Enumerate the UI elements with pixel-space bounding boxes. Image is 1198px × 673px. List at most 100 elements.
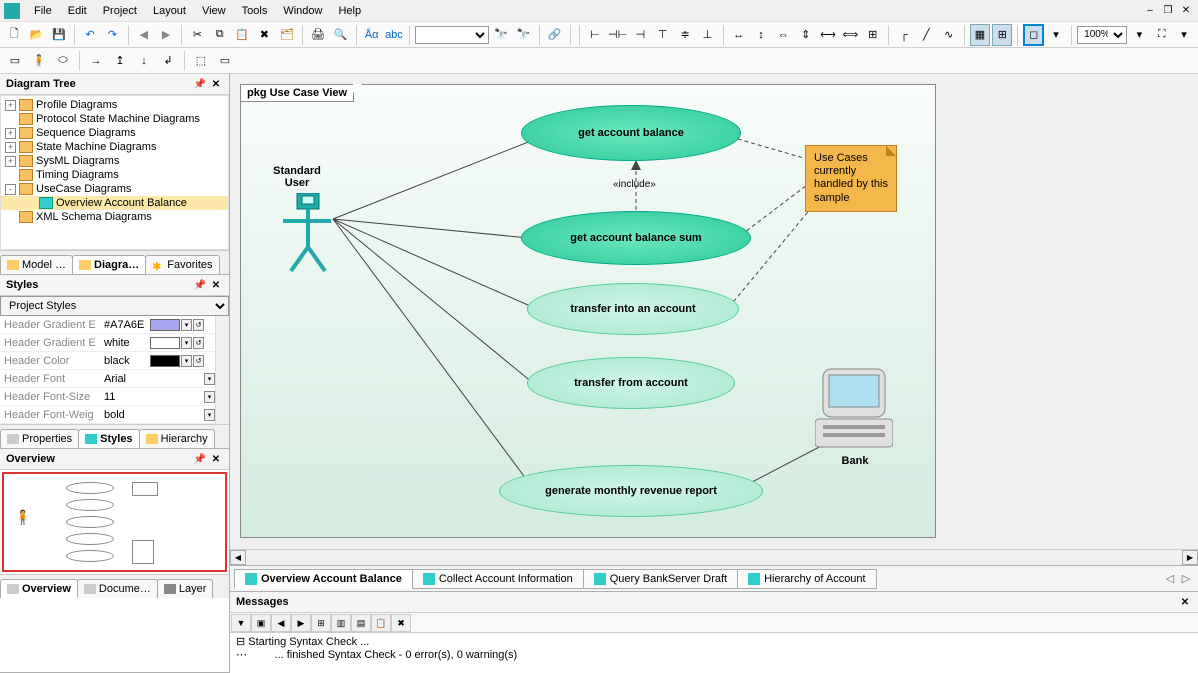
forward-icon[interactable]: ▶ [156,24,176,46]
close-icon[interactable]: ✕ [209,77,223,91]
oval-tool-icon[interactable]: ⬭ [52,50,74,72]
scrollbar[interactable] [215,316,229,424]
package-tool-icon[interactable]: ⬚ [190,50,212,72]
align-bottom-icon[interactable]: ⊥ [697,24,717,46]
minimize-button[interactable]: – [1142,4,1158,18]
msg-btn3[interactable]: ◀ [271,614,291,632]
msg-btn6[interactable]: ▥ [331,614,351,632]
view-mode-icon[interactable]: ◻ [1023,24,1044,46]
zoom-combo[interactable]: 100% [1077,26,1127,44]
paste-icon[interactable]: 📋 [232,24,252,46]
tree-item[interactable]: Timing Diagrams [1,168,228,182]
binoculars2-icon[interactable]: 🔭 [513,24,533,46]
redo-icon[interactable]: ↷ [102,24,122,46]
fit-icon[interactable]: ⛶ [1152,24,1172,46]
overview-canvas[interactable]: 🧍 [2,472,227,572]
combo-1[interactable] [415,26,489,44]
tree-item[interactable]: Overview Account Balance [1,196,228,210]
menu-view[interactable]: View [194,3,234,19]
tab-favorites[interactable]: ✱Favorites [145,255,219,274]
style-row[interactable]: Header Colorblack▾↺ [0,352,215,370]
style-row[interactable]: Header Gradient E#A7A6E▾↺ [0,316,215,334]
styles-scope-combo[interactable]: Project Styles [0,296,229,316]
fit-dd-icon[interactable]: ▾ [1174,24,1194,46]
pin-icon[interactable]: 📌 [193,77,207,91]
dist-v-icon[interactable]: ↕ [751,24,771,46]
msg-btn2[interactable]: ▣ [251,614,271,632]
close-icon[interactable]: ✕ [209,278,223,292]
line-style3-icon[interactable]: ∿ [939,24,959,46]
find-replace-b-icon[interactable]: abc [384,24,404,46]
tab-hierarchy[interactable]: Hierarchy [139,429,215,448]
usecase-monthly-report[interactable]: generate monthly revenue report [499,465,763,517]
style-row[interactable]: Header Font-Size11▾ [0,388,215,406]
links-icon[interactable]: 🔗 [545,24,565,46]
align-left-icon[interactable]: ⊢ [585,24,605,46]
msg-btn7[interactable]: ▤ [351,614,371,632]
cut-icon[interactable]: ✂ [187,24,207,46]
tab-diagram[interactable]: Diagra… [72,255,146,274]
tab-overview[interactable]: Overview [0,579,78,598]
realize-tool-icon[interactable]: ↲ [157,50,179,72]
note-usecases[interactable]: Use Cases currently handled by this samp… [805,145,897,212]
close-button[interactable]: ✕ [1178,4,1194,18]
actor-bank-icon[interactable] [815,363,893,451]
msg-btn4[interactable]: ▶ [291,614,311,632]
line-style1-icon[interactable]: ┌ [894,24,914,46]
usecase-transfer-from[interactable]: transfer from account [527,357,735,409]
doc-tab-overview-balance[interactable]: Overview Account Balance [234,569,413,589]
grid-show-icon[interactable]: ⊞ [992,24,1012,46]
zoom-dd-icon[interactable]: ▾ [1129,24,1149,46]
grid-snap-icon[interactable]: ▦ [970,24,990,46]
actor-tool-icon[interactable]: 🧍 [28,50,50,72]
space-h-icon[interactable]: ⇔ [773,24,793,46]
actor-standard-user-icon[interactable] [283,193,331,273]
align-middle-icon[interactable]: ≑ [675,24,695,46]
size-h-icon[interactable]: ⟷ [818,24,838,46]
msg-btn5[interactable]: ⊞ [311,614,331,632]
tab-model[interactable]: Model … [0,255,73,274]
close-icon[interactable]: ✕ [209,452,223,466]
tab-layer[interactable]: Layer [157,579,214,598]
menu-layout[interactable]: Layout [145,3,194,19]
undo-icon[interactable]: ↶ [80,24,100,46]
back-icon[interactable]: ◀ [134,24,154,46]
align-top-icon[interactable]: ⊤ [653,24,673,46]
save-icon[interactable]: 💾 [49,24,69,46]
note-tool-icon[interactable]: ▭ [4,50,26,72]
assoc-tool-icon[interactable]: → [85,50,107,72]
style-row[interactable]: Header Gradient Ewhite▾↺ [0,334,215,352]
menu-file[interactable]: File [26,3,60,19]
space-v-icon[interactable]: ⇕ [796,24,816,46]
view-mode-dd-icon[interactable]: ▾ [1046,24,1066,46]
tree-item[interactable]: +SysML Diagrams [1,154,228,168]
open-icon[interactable]: 📂 [26,24,46,46]
tree-item[interactable]: Protocol State Machine Diagrams [1,112,228,126]
close-icon[interactable]: ✕ [1178,595,1192,609]
menu-help[interactable]: Help [330,3,369,19]
diagram-tree[interactable]: +Profile DiagramsProtocol State Machine … [0,95,229,250]
size-eq-icon[interactable]: ⊞ [863,24,883,46]
menu-edit[interactable]: Edit [60,3,95,19]
tab-documentation[interactable]: Docume… [77,579,158,598]
usecase-get-balance-sum[interactable]: get account balance sum [521,211,751,265]
tree-item[interactable]: +Profile Diagrams [1,98,228,112]
find-replace-a-icon[interactable]: Åα [361,24,381,46]
delete-icon[interactable]: ✖ [254,24,274,46]
stack-icon[interactable]: 🗂 [277,24,297,46]
pin-icon[interactable]: 📌 [193,278,207,292]
line-style2-icon[interactable]: ╱ [916,24,936,46]
restore-button[interactable]: ❐ [1160,4,1176,18]
pin-icon[interactable]: 📌 [193,452,207,466]
menu-tools[interactable]: Tools [234,3,276,19]
include-tool-icon[interactable]: ↥ [109,50,131,72]
tab-prev-icon[interactable]: ◁ [1162,572,1178,585]
messages-body[interactable]: ⊟ Starting Syntax Check ... ⋯ ... finish… [230,633,1198,673]
tab-next-icon[interactable]: ▷ [1178,572,1194,585]
msg-clear-icon[interactable]: ✖ [391,614,411,632]
diagram-canvas[interactable]: pkg Use Case View Standard User get acco… [230,74,1198,549]
extend-tool-icon[interactable]: ↓ [133,50,155,72]
style-row[interactable]: Header Font-Weigbold▾ [0,406,215,424]
styles-grid[interactable]: Header Gradient E#A7A6E▾↺Header Gradient… [0,316,215,424]
new-icon[interactable]: 🗋 [4,24,24,46]
